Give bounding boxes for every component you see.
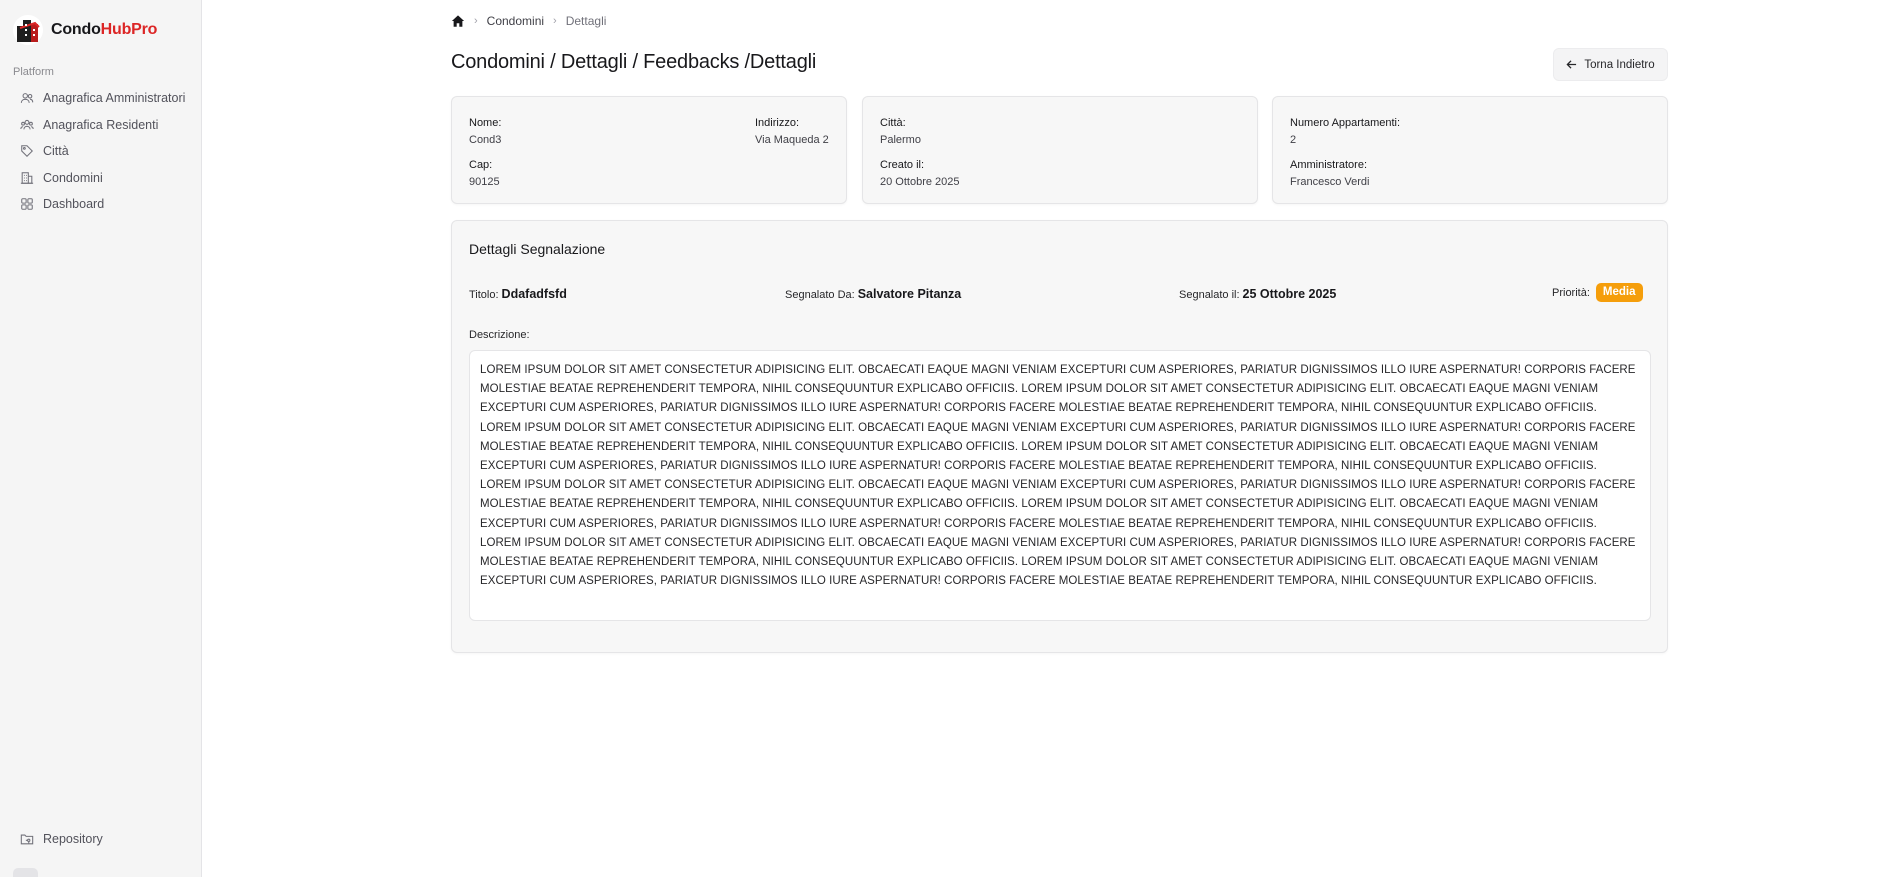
field-value: 20 Ottobre 2025 xyxy=(880,176,960,188)
breadcrumb: › Condomini › Dettagli xyxy=(451,14,606,28)
field-label: Indirizzo: xyxy=(755,117,800,129)
field-label: Città: xyxy=(880,117,906,129)
field-citta: Città: Palermo xyxy=(880,117,921,146)
sidebar-item-label: Città xyxy=(43,144,69,159)
home-icon[interactable] xyxy=(451,14,465,28)
building-icon xyxy=(20,171,34,184)
chevron-right-icon: › xyxy=(553,15,557,27)
section-title: Dettagli Segnalazione xyxy=(469,241,606,257)
sidebar-item-anagrafica-residenti[interactable]: Anagrafica Residenti xyxy=(12,112,194,139)
sidebar-item-citta[interactable]: Città xyxy=(12,138,194,165)
grid-icon xyxy=(21,198,33,211)
condo-info-card-general: Nome: Cond3 Indirizzo: Via Maqueda 2 Cap… xyxy=(451,96,847,204)
page-title: Condomini / Dettagli / Feedbacks /Dettag… xyxy=(451,51,817,73)
field-amministratore: Amministratore: Francesco Verdi xyxy=(1290,159,1369,188)
sidebar-item-label: Anagrafica Residenti xyxy=(43,117,159,132)
condo-info-card-location: Città: Palermo Creato il: 20 Ottobre 202… xyxy=(862,96,1258,204)
field-cap: Cap: 90125 xyxy=(469,159,500,188)
condo-info-card-admin: Numero Appartamenti: 2 Amministratore: F… xyxy=(1272,96,1668,204)
field-value: Cond3 xyxy=(469,134,502,146)
sidebar-item-condomini[interactable]: Condomini xyxy=(12,165,194,192)
field-value: Palermo xyxy=(880,134,921,146)
report-details-card: Dettagli Segnalazione Titolo: Ddafadfsfd… xyxy=(451,220,1668,653)
users-group-icon xyxy=(20,119,34,130)
sidebar-item-label: Dashboard xyxy=(43,197,105,212)
brand-name: CondoHubPro xyxy=(51,21,158,38)
field-numero-appartamenti: Numero Appartamenti: 2 xyxy=(1290,117,1400,146)
back-button[interactable]: Torna Indietro xyxy=(1553,48,1668,81)
sidebar-collapse-button[interactable] xyxy=(13,868,38,877)
meta-label: Titolo: xyxy=(469,289,499,301)
meta-value: 25 Ottobre 2025 xyxy=(1242,287,1337,301)
sidebar-bottom: Repository xyxy=(12,826,194,853)
report-date: Segnalato il: 25 Ottobre 2025 xyxy=(1179,287,1336,301)
sidebar-nav: Anagrafica Amministratori Anagrafica Res… xyxy=(12,85,194,218)
breadcrumb-link-condomini[interactable]: Condomini xyxy=(487,14,544,28)
meta-value: Ddafadfsfd xyxy=(501,287,567,301)
sidebar-item-anagrafica-amministratori[interactable]: Anagrafica Amministratori xyxy=(12,85,194,112)
field-value: 2 xyxy=(1290,134,1297,146)
sidebar: CondoHubPro Platform Anagrafica Amminist… xyxy=(0,0,202,877)
folder-git-icon xyxy=(20,834,34,845)
report-priority: Priorità: Media xyxy=(1552,283,1643,303)
tag-icon xyxy=(21,145,33,158)
meta-label: Priorità: xyxy=(1552,287,1590,299)
back-button-label: Torna Indietro xyxy=(1584,58,1655,71)
description-text: Lorem ipsum dolor sit amet consectetur a… xyxy=(469,350,1651,621)
field-label: Creato il: xyxy=(880,159,925,171)
sidebar-item-label: Condomini xyxy=(43,170,103,185)
description-label: Descrizione: xyxy=(469,329,530,341)
arrow-left-icon xyxy=(1566,60,1577,69)
breadcrumb-current: Dettagli xyxy=(565,14,607,28)
sidebar-item-label: Repository xyxy=(43,832,103,847)
chevron-right-icon: › xyxy=(474,15,478,27)
meta-value: Salvatore Pitanza xyxy=(857,287,962,301)
field-nome: Nome: Cond3 xyxy=(469,117,501,146)
field-label: Numero Appartamenti: xyxy=(1290,117,1401,129)
priority-badge: Media xyxy=(1595,283,1643,302)
meta-label: Segnalato il: xyxy=(1179,289,1240,301)
sidebar-item-repository[interactable]: Repository xyxy=(12,826,194,853)
brand[interactable]: CondoHubPro xyxy=(12,14,157,46)
sidebar-item-dashboard[interactable]: Dashboard xyxy=(12,191,194,218)
field-value: Via Maqueda 2 xyxy=(755,134,829,146)
report-title: Titolo: Ddafadfsfd xyxy=(469,287,567,301)
field-value: 90125 xyxy=(469,176,500,188)
field-label: Amministratore: xyxy=(1290,159,1368,171)
field-indirizzo: Indirizzo: Via Maqueda 2 xyxy=(755,117,829,146)
brand-logo-icon xyxy=(13,15,43,45)
sidebar-group-label: Platform xyxy=(13,66,54,78)
field-label: Nome: xyxy=(469,117,502,129)
field-creato-il: Creato il: 20 Ottobre 2025 xyxy=(880,159,960,188)
report-reporter: Segnalato Da: Salvatore Pitanza xyxy=(785,287,961,301)
meta-label: Segnalato Da: xyxy=(785,289,855,301)
users-icon xyxy=(20,93,34,104)
sidebar-item-label: Anagrafica Amministratori xyxy=(43,91,186,106)
field-value: Francesco Verdi xyxy=(1290,176,1370,188)
field-label: Cap: xyxy=(469,159,493,171)
